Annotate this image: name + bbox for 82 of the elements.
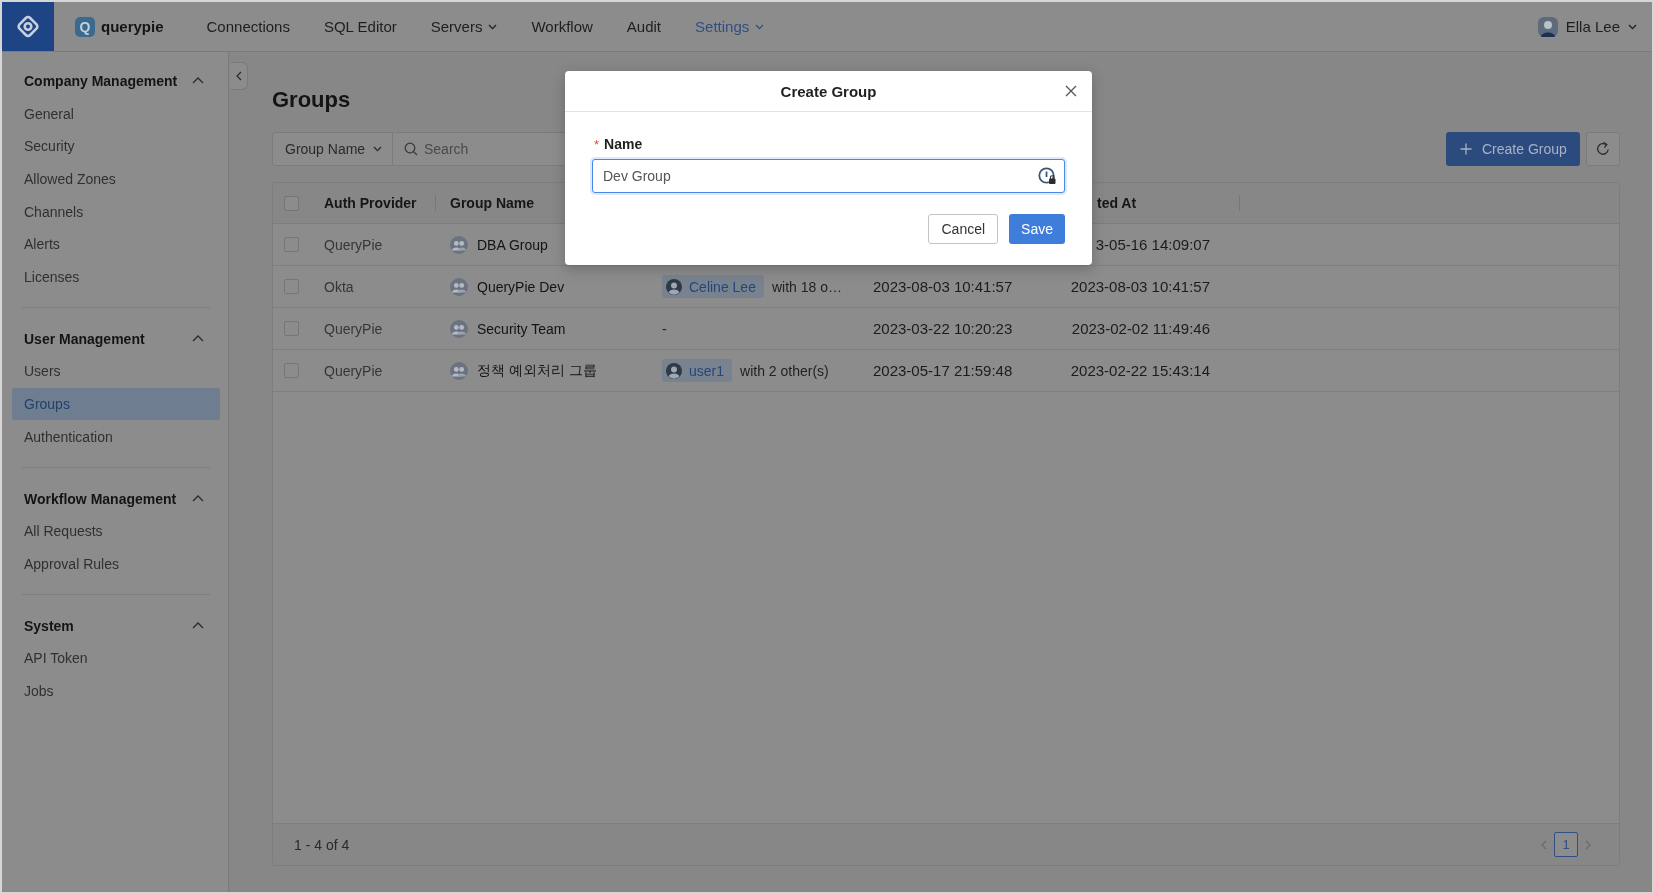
avatar-icon <box>1537 16 1558 37</box>
brand-name: querypie <box>101 18 164 35</box>
chevron-left-icon <box>235 71 242 81</box>
avatar-icon <box>666 362 682 379</box>
sidebar-item[interactable]: Groups <box>12 387 220 421</box>
row-range: 1 - 4 of 4 <box>294 836 350 853</box>
nav-item[interactable]: SQL Editor <box>306 2 414 51</box>
table-cell: 2023-05-17 21:59:48 <box>873 362 1013 379</box>
sidebar-item[interactable]: Approval Rules <box>12 547 220 581</box>
table-cell: Okta <box>324 278 354 295</box>
app-logo-icon[interactable] <box>2 2 54 51</box>
plus-icon <box>1460 143 1472 155</box>
group-name[interactable]: Security Team <box>477 320 566 337</box>
refresh-button[interactable] <box>1586 132 1620 166</box>
caret-icon <box>373 146 382 152</box>
chevron-right-icon <box>1585 839 1591 850</box>
table-cell: QueryPie <box>324 320 383 337</box>
section-toggle[interactable]: System <box>12 609 220 642</box>
table-cell: with 18 o… <box>771 278 842 295</box>
user-menu[interactable]: Ella Lee <box>1537 12 1637 41</box>
avatar-icon <box>666 278 682 295</box>
page-button[interactable]: 1 <box>1554 832 1578 857</box>
section-toggle[interactable]: Company Management <box>12 64 220 98</box>
search-icon <box>404 142 418 156</box>
nav-item[interactable]: Connections <box>189 2 307 51</box>
caret-icon <box>1628 23 1637 30</box>
nav-item[interactable]: Servers <box>413 2 515 51</box>
member-chip[interactable]: user1 <box>662 359 733 382</box>
sidebar-item[interactable]: Allowed Zones <box>12 162 220 196</box>
close-icon <box>1065 85 1077 97</box>
sidebar-item[interactable]: Licenses <box>12 260 220 294</box>
table-cell: 2023-03-22 10:20:23 <box>873 320 1013 337</box>
table-cell: - <box>662 320 667 337</box>
create-group-button[interactable]: Create Group <box>1446 132 1580 166</box>
table-cell: 3-05-16 14:09:07 <box>1095 236 1210 253</box>
group-name[interactable]: QueryPie Dev <box>477 278 565 295</box>
member-chip[interactable]: Celine Lee <box>662 275 764 298</box>
caret-icon <box>488 23 498 30</box>
sidebar-item[interactable]: Authentication <box>12 420 220 454</box>
table-cell: 2023-08-03 10:41:57 <box>1070 278 1210 295</box>
sidebar-item[interactable]: Channels <box>12 195 220 229</box>
sidebar-item[interactable]: Jobs <box>12 674 220 708</box>
column-header[interactable]: Group Name <box>450 195 534 211</box>
section-toggle[interactable]: User Management <box>12 322 220 356</box>
chevron-left-icon <box>1541 839 1547 850</box>
group-icon <box>450 319 468 338</box>
nav-item[interactable]: Settings <box>678 2 782 51</box>
brand-mark: Q <box>75 16 95 37</box>
table-cell: 2023-08-03 10:41:57 <box>873 278 1013 295</box>
nav-item[interactable]: Audit <box>609 2 679 51</box>
required-mark: * <box>594 136 600 152</box>
lock-icon[interactable] <box>1038 167 1056 185</box>
group-icon <box>450 235 468 254</box>
sidebar-item[interactable]: General <box>12 97 220 130</box>
group-name[interactable]: 정책 예외처리 그룹 <box>477 361 597 380</box>
caret-icon <box>755 23 765 30</box>
nav-item[interactable]: Workflow <box>514 2 610 51</box>
name-field[interactable]: Dev Group <box>592 159 1065 193</box>
sidebar-item[interactable]: Users <box>12 355 220 388</box>
column-header[interactable]: Auth Provider <box>324 195 417 211</box>
sidebar-item[interactable]: All Requests <box>12 514 220 548</box>
field-label: Name <box>604 136 643 152</box>
save-button[interactable]: Save <box>1009 214 1065 244</box>
filter-dropdown[interactable]: Group Name <box>272 132 393 166</box>
sidebar-item[interactable]: API Token <box>12 641 220 675</box>
table-cell: with 2 other(s) <box>740 362 829 379</box>
sidebar-item[interactable]: Security <box>12 129 220 163</box>
group-name[interactable]: DBA Group <box>477 236 548 253</box>
table-cell: 2023-02-22 15:43:14 <box>1070 362 1210 379</box>
collapse-sidebar-button[interactable] <box>230 62 248 90</box>
group-icon <box>450 277 468 296</box>
dialog-title: Create Group <box>780 82 877 100</box>
refresh-icon <box>1595 141 1611 157</box>
cancel-button[interactable]: Cancel <box>928 214 999 244</box>
section-toggle[interactable]: Workflow Management <box>12 482 220 515</box>
group-icon <box>450 361 468 380</box>
column-header[interactable]: ted At <box>1097 195 1137 211</box>
sidebar-item[interactable]: Alerts <box>12 228 220 261</box>
table-cell: QueryPie <box>324 236 383 253</box>
page-title: Groups <box>272 86 351 114</box>
table-cell: 2023-02-02 11:49:46 <box>1071 320 1210 337</box>
table-cell: QueryPie <box>324 362 383 379</box>
